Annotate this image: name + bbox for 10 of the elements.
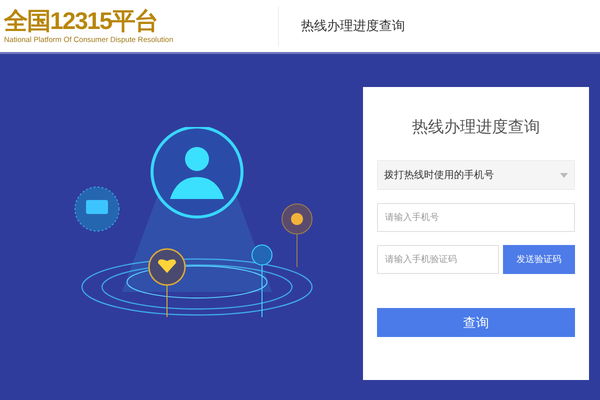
query-button[interactable]: 查询: [377, 308, 575, 337]
select-value: 拨打热线时使用的手机号: [384, 168, 494, 182]
page-title: 热线办理进度查询: [301, 18, 405, 35]
phone-type-select[interactable]: 拨打热线时使用的手机号: [377, 160, 575, 190]
verification-code-field[interactable]: 请输入手机验证码: [377, 245, 499, 274]
send-code-button[interactable]: 发送验证码: [503, 245, 575, 274]
phone-input-field[interactable]: 请输入手机号: [377, 203, 575, 232]
logo-title: 全国12315平台: [4, 8, 159, 34]
dropdown-caret-icon: [560, 172, 568, 178]
form-title: 热线办理进度查询: [411, 117, 541, 138]
